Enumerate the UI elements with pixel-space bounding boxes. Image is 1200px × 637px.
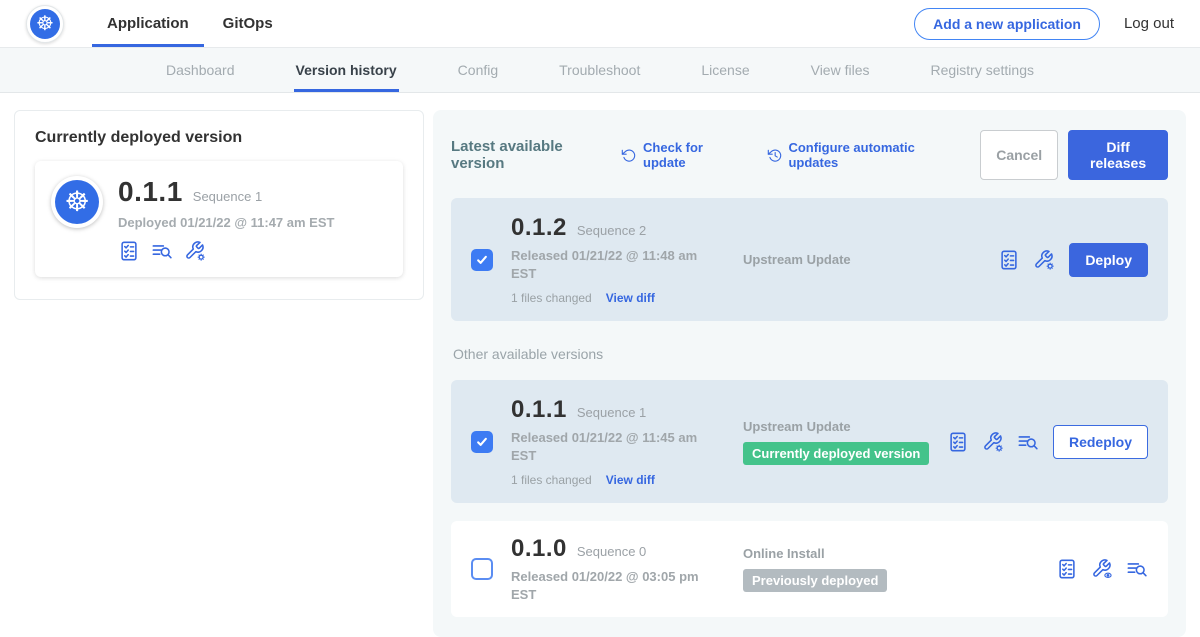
version-info: 0.1.1 Sequence 1 Released 01/21/22 @ 11:… xyxy=(511,396,729,487)
version-actions: Deploy xyxy=(998,243,1148,277)
check-icon xyxy=(475,253,489,267)
currently-deployed-title: Currently deployed version xyxy=(35,129,403,147)
sequence-label: Sequence 1 xyxy=(577,405,646,420)
version-actions xyxy=(1056,558,1148,580)
view-files-icon[interactable] xyxy=(1017,431,1039,453)
header-actions: Cancel Diff releases xyxy=(980,130,1168,180)
latest-available-header: Latest available version Check for updat… xyxy=(451,130,1168,180)
version-checkbox[interactable] xyxy=(471,249,493,271)
deployed-sequence-label: Sequence 1 xyxy=(193,189,262,204)
kubernetes-icon: ☸ xyxy=(55,180,99,224)
version-checkbox[interactable] xyxy=(471,431,493,453)
diff-releases-button[interactable]: Diff releases xyxy=(1068,130,1168,180)
redeploy-button[interactable]: Redeploy xyxy=(1053,425,1148,459)
check-for-update-link[interactable]: Check for update xyxy=(621,140,740,170)
preflight-checks-icon[interactable] xyxy=(998,249,1020,271)
view-config-icon[interactable] xyxy=(1091,558,1113,580)
preflight-checks-icon[interactable] xyxy=(947,431,969,453)
released-timestamp: Released 01/21/22 @ 11:45 am EST xyxy=(511,429,706,464)
latest-available-panel: Latest available version Check for updat… xyxy=(433,110,1186,637)
edit-config-icon[interactable] xyxy=(184,240,206,262)
deployed-version-actions xyxy=(118,240,334,262)
check-icon xyxy=(475,435,489,449)
version-info: 0.1.0 Sequence 0 Released 01/20/22 @ 03:… xyxy=(511,535,729,603)
previously-deployed-badge: Previously deployed xyxy=(743,569,887,592)
source-label: Upstream Update xyxy=(743,252,984,267)
sequence-label: Sequence 0 xyxy=(577,544,646,559)
app-sub-nav: Dashboard Version history Config Trouble… xyxy=(0,48,1200,93)
version-actions: Redeploy xyxy=(947,425,1148,459)
sequence-label: Sequence 2 xyxy=(577,223,646,238)
version-info: 0.1.2 Sequence 2 Released 01/21/22 @ 11:… xyxy=(511,214,729,305)
released-timestamp: Released 01/20/22 @ 03:05 pm EST xyxy=(511,568,706,603)
subtab-troubleshoot[interactable]: Troubleshoot xyxy=(559,48,640,92)
configure-auto-updates-link[interactable]: Configure automatic updates xyxy=(767,140,954,170)
version-number: 0.1.1 xyxy=(511,396,567,424)
other-versions-title: Other available versions xyxy=(453,346,1168,362)
deploy-button[interactable]: Deploy xyxy=(1069,243,1148,277)
subtab-registry-settings[interactable]: Registry settings xyxy=(931,48,1034,92)
refresh-icon xyxy=(621,147,637,164)
preflight-checks-icon[interactable] xyxy=(118,240,140,262)
currently-deployed-badge: Currently deployed version xyxy=(743,442,929,465)
version-number: 0.1.0 xyxy=(511,535,567,563)
auto-update-clock-icon xyxy=(767,147,783,164)
version-source: Online Install Previously deployed xyxy=(743,546,1042,592)
version-checkbox[interactable] xyxy=(471,558,493,580)
tab-gitops[interactable]: GitOps xyxy=(208,0,288,47)
top-nav-tabs: Application GitOps xyxy=(92,0,292,47)
logout-button[interactable]: Log out xyxy=(1124,15,1174,32)
kubernetes-app-icon: ☸ xyxy=(51,176,103,228)
edit-config-icon[interactable] xyxy=(982,431,1004,453)
deployed-version-info: 0.1.1 Sequence 1 Deployed 01/21/22 @ 11:… xyxy=(118,176,334,262)
files-changed-label: 1 files changed xyxy=(511,473,592,487)
source-label: Upstream Update xyxy=(743,419,933,434)
subtab-version-history[interactable]: Version history xyxy=(296,48,397,92)
edit-config-icon[interactable] xyxy=(1033,249,1055,271)
check-for-update-label: Check for update xyxy=(643,140,741,170)
version-source: Upstream Update Currently deployed versi… xyxy=(743,419,933,465)
app-logo: ☸ xyxy=(26,5,64,43)
deployed-version-number: 0.1.1 xyxy=(118,176,183,208)
currently-deployed-panel: Currently deployed version ☸ 0.1.1 Seque… xyxy=(14,110,424,300)
configure-auto-updates-label: Configure automatic updates xyxy=(788,140,954,170)
deployed-version-card: ☸ 0.1.1 Sequence 1 Deployed 01/21/22 @ 1… xyxy=(35,161,403,277)
version-source: Upstream Update xyxy=(743,252,984,267)
version-row-0-1-1: 0.1.1 Sequence 1 Released 01/21/22 @ 11:… xyxy=(451,380,1168,503)
subtab-config[interactable]: Config xyxy=(458,48,498,92)
kubernetes-icon: ☸ xyxy=(30,9,60,39)
view-files-icon[interactable] xyxy=(151,240,173,262)
add-application-button[interactable]: Add a new application xyxy=(914,8,1100,40)
tab-application[interactable]: Application xyxy=(92,0,204,47)
subtab-license[interactable]: License xyxy=(701,48,749,92)
released-timestamp: Released 01/21/22 @ 11:48 am EST xyxy=(511,247,706,282)
deployed-timestamp: Deployed 01/21/22 @ 11:47 am EST xyxy=(118,215,334,230)
view-files-icon[interactable] xyxy=(1126,558,1148,580)
subtab-view-files[interactable]: View files xyxy=(811,48,870,92)
main-content: Currently deployed version ☸ 0.1.1 Seque… xyxy=(0,93,1200,637)
version-number: 0.1.2 xyxy=(511,214,567,242)
top-nav-right: Add a new application Log out xyxy=(914,8,1174,40)
latest-available-title: Latest available version xyxy=(451,138,607,172)
subtab-dashboard[interactable]: Dashboard xyxy=(166,48,235,92)
preflight-checks-icon[interactable] xyxy=(1056,558,1078,580)
version-row-0-1-2: 0.1.2 Sequence 2 Released 01/21/22 @ 11:… xyxy=(451,198,1168,321)
view-diff-link[interactable]: View diff xyxy=(606,473,655,487)
top-nav: ☸ Application GitOps Add a new applicati… xyxy=(0,0,1200,48)
view-diff-link[interactable]: View diff xyxy=(606,291,655,305)
files-changed-label: 1 files changed xyxy=(511,291,592,305)
source-label: Online Install xyxy=(743,546,1042,561)
cancel-button[interactable]: Cancel xyxy=(980,130,1058,180)
version-row-0-1-0: 0.1.0 Sequence 0 Released 01/20/22 @ 03:… xyxy=(451,521,1168,617)
